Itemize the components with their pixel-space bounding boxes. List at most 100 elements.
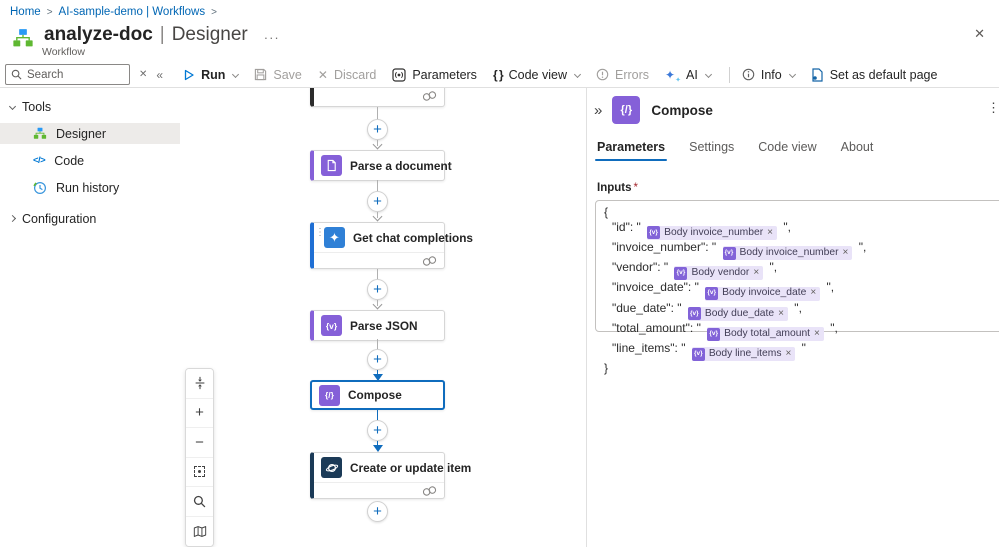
discard-icon: ✕: [317, 67, 328, 82]
inputs-editor[interactable]: { "id": " {v} Body invoice_number × ", "in…: [595, 200, 999, 375]
arrow-down-icon: [372, 445, 383, 452]
token-label: Body line_items: [708, 348, 782, 359]
tab-about[interactable]: About: [841, 140, 874, 161]
chevron-down-icon: [788, 70, 796, 79]
dynamic-content-token[interactable]: {v} Body line_items ×: [691, 347, 796, 362]
ai-button[interactable]: ✦ ✦ AI: [665, 67, 712, 84]
chat-completions-icon: ✦: [324, 227, 345, 248]
dynamic-content-token[interactable]: {v} Body due_date ×: [687, 306, 788, 322]
center-view-button[interactable]: [186, 457, 213, 487]
json-line: "invoice_date": " {v} Body invoice_date × …: [604, 280, 999, 301]
close-icon[interactable]: ✕: [974, 26, 985, 42]
discard-button[interactable]: ✕ Discard: [318, 68, 376, 82]
insert-step-button[interactable]: +: [367, 501, 388, 522]
json-line: "due_date": " {v} Body due_date × ",: [604, 301, 999, 321]
token-label: Body invoice_date: [722, 287, 807, 299]
fit-view-button[interactable]: [186, 369, 213, 399]
dynamic-content-token[interactable]: {v} Body total_amount ×: [707, 327, 824, 341]
sidebar-item-code[interactable]: </> Code: [0, 150, 180, 171]
insert-step-button[interactable]: +: [367, 279, 388, 300]
info-button[interactable]: Info: [742, 68, 796, 82]
configuration-group-toggle[interactable]: Configuration: [0, 208, 180, 229]
node-parse-json[interactable]: {v} Parse JSON: [310, 310, 445, 341]
token-remove-icon[interactable]: ×: [786, 347, 792, 362]
page-title: analyze-doc: [44, 24, 153, 45]
set-default-page-button[interactable]: Set as default page: [811, 68, 937, 82]
json-suffix: ",: [823, 280, 835, 295]
json-key: "invoice_number": ": [612, 239, 720, 254]
clear-search-icon[interactable]: ✕: [139, 69, 147, 80]
node-create-or-update-item[interactable]: Create or update item: [310, 452, 471, 499]
json-line: "total_amount": " {v} Body total_amount × …: [604, 321, 999, 341]
code-view-button[interactable]: { } Code view: [493, 68, 582, 82]
token-label: Body invoice_number: [664, 226, 764, 238]
minimap-button[interactable]: [186, 516, 213, 546]
sidebar-item-run-history[interactable]: Run history: [0, 177, 180, 198]
expand-panel-icon[interactable]: »: [594, 102, 602, 119]
node-get-chat-completions[interactable]: ⋮ ✦ Get chat completions: [310, 222, 473, 269]
json-suffix: ",: [766, 260, 778, 274]
command-bar: ✕ « Run Save ✕ Discard: [0, 62, 999, 88]
run-button[interactable]: Run: [183, 68, 240, 82]
title-more-button[interactable]: ···: [264, 30, 280, 45]
zoom-in-button[interactable]: +: [186, 398, 213, 428]
breadcrumb-separator-icon: >: [46, 6, 53, 18]
token-label: Body invoice_number: [739, 246, 839, 258]
save-button[interactable]: Save: [254, 68, 302, 82]
json-suffix: ",: [780, 219, 791, 234]
token-remove-icon[interactable]: ×: [810, 286, 816, 301]
dynamic-content-token[interactable]: {v} Body vendor ×: [674, 266, 764, 281]
zoom-out-button[interactable]: −: [186, 428, 213, 458]
insert-step-button[interactable]: +: [367, 420, 388, 441]
toolbar-divider: [728, 66, 730, 83]
insert-step-button[interactable]: +: [367, 191, 388, 212]
insert-step-button[interactable]: +: [367, 349, 388, 370]
workflow-canvas[interactable]: + Parse a document + ⋮ ✦ Get chat comple…: [180, 88, 586, 547]
token-remove-icon[interactable]: ×: [778, 307, 784, 322]
token-label: Body due_date: [704, 307, 775, 319]
chevron-down-icon: [8, 102, 17, 111]
token-remove-icon[interactable]: ×: [814, 327, 820, 342]
canvas-search-button[interactable]: [186, 487, 213, 517]
json-key: "id": ": [612, 219, 645, 234]
trigger-node[interactable]: [310, 88, 445, 107]
title-view-name: Designer: [171, 24, 248, 45]
tab-parameters[interactable]: Parameters: [594, 140, 668, 161]
dynamic-content-token[interactable]: {v} Body invoice_date ×: [705, 286, 821, 301]
title-separator: |: [159, 24, 165, 45]
json-line: "id": " {v} Body invoice_number × ",: [604, 220, 999, 240]
breadcrumb-workflows-link[interactable]: AI-sample-demo | Workflows: [59, 6, 206, 18]
run-history-icon: [33, 181, 47, 194]
errors-icon: [596, 68, 609, 81]
tab-code-view[interactable]: Code view: [758, 140, 816, 161]
tools-group-toggle[interactable]: Tools: [0, 96, 180, 117]
token-fx-icon: {v}: [722, 246, 736, 260]
parameters-button[interactable]: Parameters: [392, 68, 477, 82]
errors-button[interactable]: Errors: [596, 68, 649, 82]
token-remove-icon[interactable]: ×: [753, 266, 759, 281]
node-parse-a-document[interactable]: Parse a document: [310, 150, 452, 181]
search-box[interactable]: [5, 64, 130, 85]
connector: [377, 269, 379, 279]
panel-more-icon[interactable]: ⋮: [987, 100, 999, 116]
insert-step-button[interactable]: +: [367, 119, 388, 140]
token-fx-icon: {v}: [687, 307, 701, 321]
breadcrumb-home-link[interactable]: Home: [10, 6, 41, 18]
token-remove-icon[interactable]: ×: [843, 246, 849, 261]
token-remove-icon[interactable]: ×: [767, 226, 773, 241]
tab-settings[interactable]: Settings: [689, 140, 734, 161]
inputs-field-label: Inputs *: [597, 182, 638, 194]
dynamic-content-token[interactable]: {v} Body invoice_number ×: [647, 225, 777, 241]
connector: [377, 107, 379, 119]
token-fx-icon: {v}: [707, 327, 721, 341]
sidebar-item-designer[interactable]: Designer: [0, 123, 180, 144]
search-input[interactable]: [27, 68, 117, 81]
json-key: "due_date": ": [612, 300, 685, 315]
panel-tabs: Parameters Settings Code view About: [587, 140, 999, 161]
json-line: "vendor": " {v} Body vendor × ",: [604, 260, 999, 281]
connector-selected: [377, 410, 379, 420]
collapse-sidebar-icon[interactable]: «: [156, 68, 163, 82]
dynamic-content-token[interactable]: {v} Body invoice_number ×: [722, 246, 853, 261]
drag-handle-icon[interactable]: ⋮: [315, 228, 325, 238]
node-compose[interactable]: {/} Compose: [310, 380, 445, 410]
